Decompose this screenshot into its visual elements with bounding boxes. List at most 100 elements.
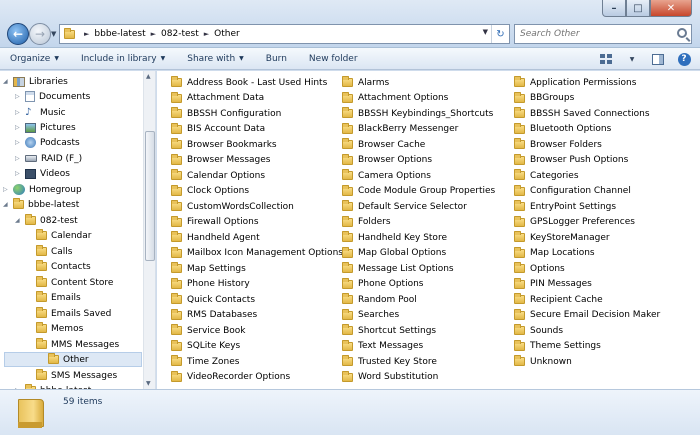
folder-item[interactable]: Attachment Data: [171, 91, 343, 107]
address-bar[interactable]: ► bbbe-latest ► 082-test ► Other ▼ ↻: [59, 24, 510, 44]
folder-item[interactable]: Quick Contacts: [171, 292, 343, 308]
folder-item[interactable]: Message List Options: [342, 261, 495, 277]
folder-item[interactable]: Random Pool: [342, 292, 495, 308]
scrollbar-thumb[interactable]: [145, 131, 155, 261]
breadcrumb-separator-icon[interactable]: ►: [84, 30, 89, 38]
scroll-up-icon[interactable]: ▲: [146, 73, 151, 80]
folder-item[interactable]: Clock Options: [171, 184, 343, 200]
sidebar-item[interactable]: Calendar: [26, 228, 91, 243]
address-dropdown-icon[interactable]: ▼: [483, 28, 488, 36]
folder-item[interactable]: Code Module Group Properties: [342, 184, 495, 200]
sidebar-item[interactable]: ▷ Podcasts: [15, 135, 80, 150]
search-icon[interactable]: [677, 28, 687, 38]
folder-item[interactable]: Time Zones: [171, 354, 343, 370]
breadcrumb-separator-icon[interactable]: ►: [151, 30, 156, 38]
sidebar-item[interactable]: Content Store: [26, 275, 113, 290]
expand-toggle-icon[interactable]: ▷: [15, 139, 23, 146]
folder-item[interactable]: RMS Databases: [171, 308, 343, 324]
folder-item[interactable]: Map Locations: [514, 246, 660, 262]
sidebar-item[interactable]: ◢ Libraries: [3, 74, 68, 89]
sidebar-item[interactable]: Emails Saved: [26, 306, 111, 321]
recent-pages-dropdown[interactable]: ▼: [51, 30, 56, 38]
maximize-button[interactable]: □: [626, 0, 650, 17]
folder-item[interactable]: CustomWordsCollection: [171, 199, 343, 215]
folder-item[interactable]: EntryPoint Settings: [514, 199, 660, 215]
sidebar-item[interactable]: Contacts: [26, 259, 91, 274]
folder-item[interactable]: VideoRecorder Options: [171, 370, 343, 386]
forward-button[interactable]: →: [29, 23, 51, 45]
folder-item[interactable]: BIS Account Data: [171, 122, 343, 138]
folder-item[interactable]: BBSSH Saved Connections: [514, 106, 660, 122]
folder-item[interactable]: Default Service Selector: [342, 199, 495, 215]
folder-item[interactable]: Browser Push Options: [514, 153, 660, 169]
folder-item[interactable]: Recipient Cache: [514, 292, 660, 308]
folder-item[interactable]: BBSSH Configuration: [171, 106, 343, 122]
folder-item[interactable]: KeyStoreManager: [514, 230, 660, 246]
breadcrumb-separator-icon[interactable]: ►: [204, 30, 209, 38]
sidebar-item[interactable]: Other: [4, 352, 142, 367]
folder-item[interactable]: Application Permissions: [514, 75, 660, 91]
back-button[interactable]: ←: [7, 23, 29, 45]
sidebar-item[interactable]: ▷ Pictures: [15, 120, 76, 135]
share-with-menu[interactable]: Share with ▼: [187, 54, 244, 64]
folder-item[interactable]: Theme Settings: [514, 339, 660, 355]
folder-item[interactable]: Browser Cache: [342, 137, 495, 153]
folder-item[interactable]: Calendar Options: [171, 168, 343, 184]
help-button[interactable]: ?: [674, 50, 694, 68]
expand-toggle-icon[interactable]: ◢: [15, 217, 23, 224]
breadcrumb-item[interactable]: Other: [214, 29, 240, 39]
refresh-button[interactable]: ↻: [491, 25, 509, 43]
folder-item[interactable]: Browser Messages: [171, 153, 343, 169]
expand-toggle-icon[interactable]: ▷: [15, 124, 23, 131]
folder-item[interactable]: Handheld Agent: [171, 230, 343, 246]
folder-item[interactable]: Configuration Channel: [514, 184, 660, 200]
folder-item[interactable]: Map Settings: [171, 261, 343, 277]
sidebar-item[interactable]: MMS Messages: [26, 337, 119, 352]
expand-toggle-icon[interactable]: ◢: [3, 78, 11, 85]
organize-menu[interactable]: Organize ▼: [10, 54, 59, 64]
folder-item[interactable]: Camera Options: [342, 168, 495, 184]
folder-item[interactable]: Service Book: [171, 323, 343, 339]
folder-item[interactable]: Searches: [342, 308, 495, 324]
folder-item[interactable]: Firewall Options: [171, 215, 343, 231]
sidebar-item[interactable]: ◢ 082-test: [15, 213, 78, 228]
new-folder-button[interactable]: New folder: [309, 54, 358, 64]
view-options-dropdown[interactable]: ▼: [622, 50, 642, 68]
expand-toggle-icon[interactable]: ▷: [15, 109, 23, 116]
breadcrumb-item[interactable]: bbbe-latest: [94, 29, 145, 39]
search-input[interactable]: [515, 25, 665, 43]
include-in-library-menu[interactable]: Include in library ▼: [81, 54, 165, 64]
folder-item[interactable]: Categories: [514, 168, 660, 184]
folder-item[interactable]: Alarms: [342, 75, 495, 91]
folder-item[interactable]: Map Global Options: [342, 246, 495, 262]
change-view-button[interactable]: [596, 50, 616, 68]
sidebar-item[interactable]: SMS Messages: [26, 368, 117, 383]
expand-toggle-icon[interactable]: ◢: [3, 201, 11, 208]
folder-item[interactable]: Shortcut Settings: [342, 323, 495, 339]
scroll-down-icon[interactable]: ▼: [146, 380, 151, 387]
sidebar-item[interactable]: Memos: [26, 321, 83, 336]
expand-toggle-icon[interactable]: ▷: [15, 93, 23, 100]
folder-item[interactable]: Word Substitution: [342, 370, 495, 386]
folder-item[interactable]: Phone History: [171, 277, 343, 293]
folder-item[interactable]: BBGroups: [514, 91, 660, 107]
folder-item[interactable]: BlackBerry Messenger: [342, 122, 495, 138]
folder-item[interactable]: Options: [514, 261, 660, 277]
folder-item[interactable]: Trusted Key Store: [342, 354, 495, 370]
folder-item[interactable]: SQLite Keys: [171, 339, 343, 355]
breadcrumb-item[interactable]: 082-test: [161, 29, 199, 39]
folder-item[interactable]: Browser Bookmarks: [171, 137, 343, 153]
folder-item[interactable]: Secure Email Decision Maker: [514, 308, 660, 324]
expand-toggle-icon[interactable]: ▷: [15, 155, 23, 162]
burn-button[interactable]: Burn: [266, 54, 287, 64]
sidebar-item[interactable]: Emails: [26, 290, 81, 305]
navigation-scrollbar[interactable]: ▲ ▼: [143, 71, 155, 389]
sidebar-item[interactable]: ▷ ♪ Music: [15, 105, 66, 120]
preview-pane-button[interactable]: [648, 50, 668, 68]
sidebar-item[interactable]: ▷ Videos: [15, 166, 70, 181]
sidebar-item[interactable]: ◢ bbbe-latest: [3, 197, 79, 212]
sidebar-item[interactable]: ▷ Homegroup: [3, 182, 82, 197]
folder-item[interactable]: Folders: [342, 215, 495, 231]
sidebar-item[interactable]: ▷ Documents: [15, 89, 90, 104]
folder-item[interactable]: Address Book - Last Used Hints: [171, 75, 343, 91]
